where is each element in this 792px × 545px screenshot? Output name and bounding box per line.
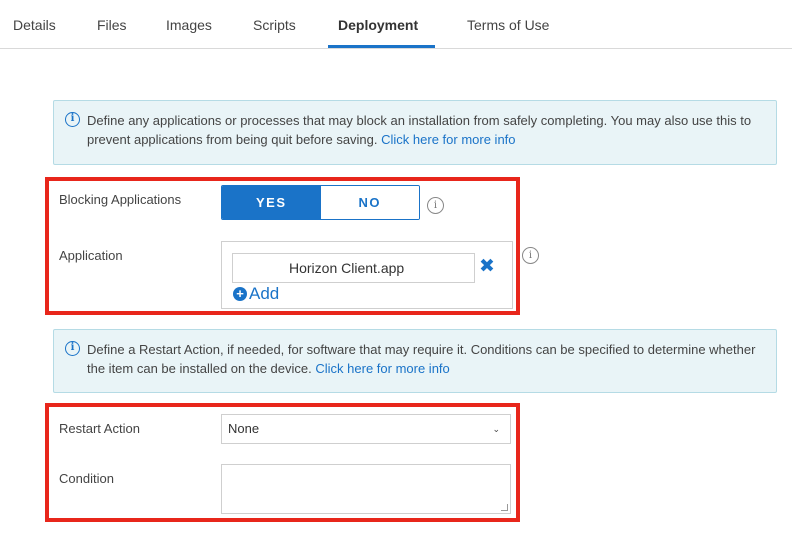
tab-scripts[interactable]: Scripts <box>253 17 296 33</box>
tab-details[interactable]: Details <box>13 17 56 33</box>
help-icon[interactable]: i <box>522 247 539 264</box>
no-button[interactable]: NO <box>320 186 419 219</box>
restart-info-banner: i Define a Restart Action, if needed, fo… <box>53 329 777 393</box>
blocking-applications-label: Blocking Applications <box>59 192 182 207</box>
tab-bar: Details Files Images Scripts Deployment … <box>0 0 792 49</box>
info-icon: i <box>65 112 80 127</box>
blocking-applications-toggle: YES NO <box>221 185 420 220</box>
restart-action-select[interactable]: None ⌄ <box>221 414 511 444</box>
application-input[interactable]: Horizon Client.app <box>232 253 475 283</box>
plus-icon: + <box>233 287 247 301</box>
active-tab-indicator <box>328 45 435 48</box>
tab-files[interactable]: Files <box>97 17 127 33</box>
yes-button[interactable]: YES <box>222 186 321 219</box>
restart-action-value: None <box>228 421 260 436</box>
blocking-info-link[interactable]: Click here for more info <box>381 132 515 147</box>
tab-deployment[interactable]: Deployment <box>338 17 418 33</box>
condition-textarea[interactable] <box>221 464 511 514</box>
help-icon[interactable]: i <box>427 197 444 214</box>
add-application-button[interactable]: + Add <box>233 284 279 304</box>
close-icon[interactable]: ✖ <box>478 256 496 278</box>
blocking-info-banner: i Define any applications or processes t… <box>53 100 777 165</box>
info-icon: i <box>65 341 80 356</box>
chevron-down-icon: ⌄ <box>492 424 500 434</box>
add-label: Add <box>249 284 280 303</box>
condition-label: Condition <box>59 471 114 486</box>
resize-handle[interactable] <box>501 504 508 511</box>
application-label: Application <box>59 248 123 263</box>
tab-terms-of-use[interactable]: Terms of Use <box>467 17 549 33</box>
restart-action-label: Restart Action <box>59 421 140 436</box>
tab-images[interactable]: Images <box>166 17 212 33</box>
restart-info-link[interactable]: Click here for more info <box>315 361 449 376</box>
